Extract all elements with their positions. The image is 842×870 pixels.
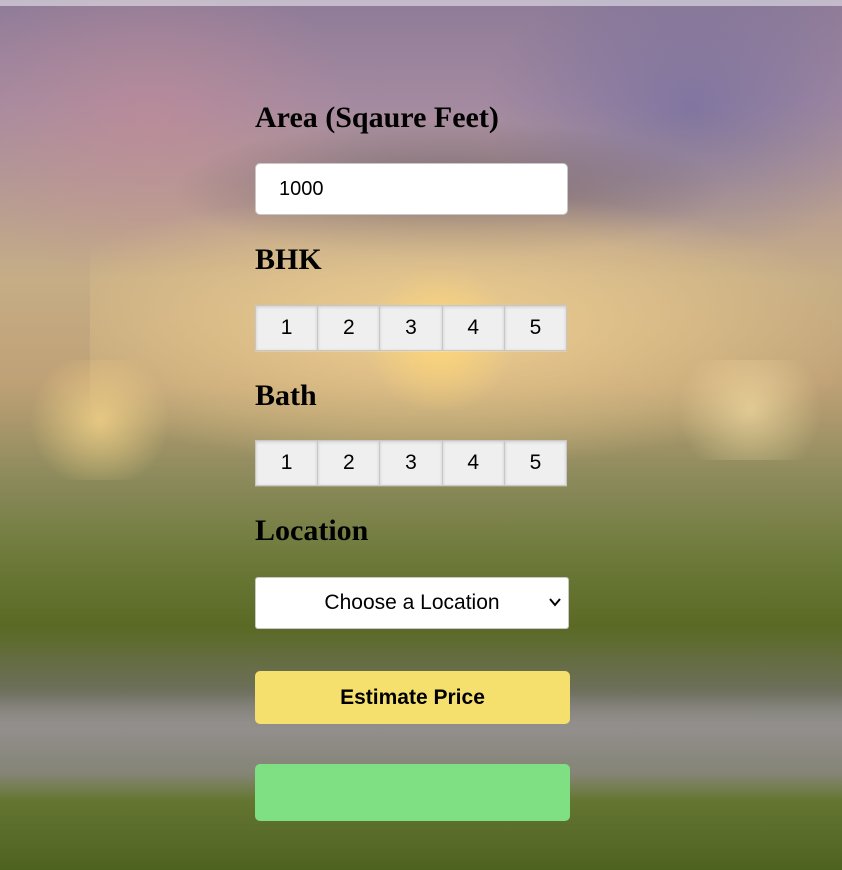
bath-option-2[interactable]: 2 (317, 440, 380, 486)
bath-option-4[interactable]: 4 (441, 440, 504, 486)
chevron-down-icon (549, 598, 561, 607)
bhk-option-3[interactable]: 3 (379, 305, 442, 351)
location-label: Location (255, 514, 369, 547)
bhk-option-2[interactable]: 2 (317, 305, 380, 351)
location-selected-value: Choose a Location (324, 591, 500, 614)
bath-option-5[interactable]: 5 (503, 440, 568, 486)
bhk-label: BHK (255, 243, 322, 276)
bhk-option-4[interactable]: 4 (441, 305, 504, 351)
estimate-price-button[interactable]: Estimate Price (255, 671, 570, 724)
area-label: Area (Sqaure Feet) (255, 101, 499, 134)
bath-option-1[interactable]: 1 (255, 440, 318, 486)
location-select[interactable]: Choose a Location (255, 577, 569, 629)
bath-option-3[interactable]: 3 (379, 440, 442, 486)
bath-label: Bath (255, 379, 317, 412)
price-result-box (255, 764, 570, 821)
bhk-option-1[interactable]: 1 (255, 305, 318, 351)
area-input[interactable] (255, 163, 568, 215)
bhk-options: 1 2 3 4 5 (255, 305, 568, 351)
bath-options: 1 2 3 4 5 (255, 440, 568, 486)
bhk-option-5[interactable]: 5 (503, 305, 568, 351)
